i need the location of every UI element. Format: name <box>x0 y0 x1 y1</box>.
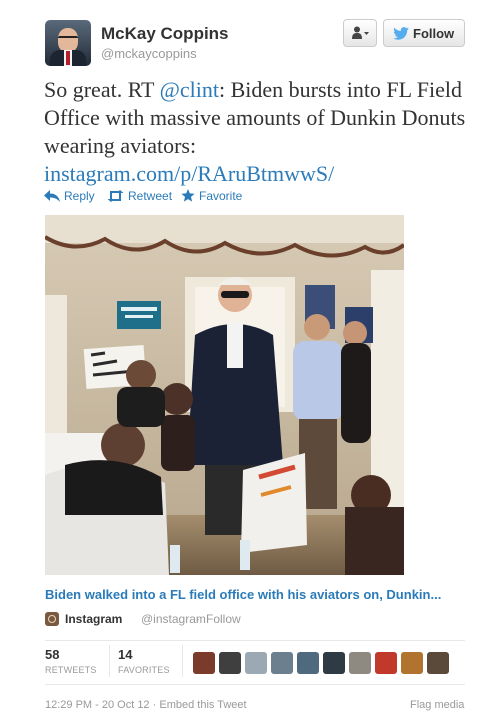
favoriter-avatar[interactable] <box>245 652 267 674</box>
tweet-footer: 12:29 PM - 20 Oct 12 · Embed this Tweet <box>45 699 247 711</box>
favorites-count[interactable]: 14 <box>118 647 132 662</box>
tweet-text-intro: So great. RT <box>44 77 160 102</box>
tweet-timestamp[interactable]: 12:29 PM - 20 Oct 12 <box>45 699 150 711</box>
favoriter-avatar[interactable] <box>271 652 293 674</box>
instagram-name[interactable]: Instagram <box>65 612 122 626</box>
favoriter-avatar[interactable] <box>427 652 449 674</box>
favoriter-avatar[interactable] <box>297 652 319 674</box>
reply-label: Reply <box>64 189 95 203</box>
instagram-icon <box>45 612 59 626</box>
avatar-glasses <box>58 36 78 43</box>
instagram-follow-link[interactable]: Follow <box>206 612 241 626</box>
favorite-action[interactable]: Favorite <box>181 189 242 203</box>
footer-separator: · <box>152 699 157 711</box>
favoriter-avatar[interactable] <box>219 652 241 674</box>
mention-link[interactable]: @clint <box>160 77 219 102</box>
instagram-photo[interactable] <box>45 215 404 575</box>
stats-divider-top <box>45 640 465 641</box>
retweets-count[interactable]: 58 <box>45 647 59 662</box>
retweet-label: Retweet <box>128 189 173 203</box>
retweets-label: RETWEETS <box>45 665 97 675</box>
stats-separator-2 <box>182 645 183 677</box>
stats-separator <box>109 645 110 677</box>
favorites-label: FAVORITES <box>118 665 170 675</box>
embedded-tweet: McKay Coppins @mckaycoppins Follow So gr… <box>0 0 500 725</box>
user-dropdown-icon <box>352 26 369 39</box>
follow-label: Follow <box>413 26 455 41</box>
author-name[interactable]: McKay Coppins <box>101 24 229 44</box>
media-caption-link[interactable]: Biden walked into a FL field office with… <box>45 587 441 602</box>
twitter-bird-icon <box>393 27 409 40</box>
favorite-label: Favorite <box>199 189 243 203</box>
stats-divider-bottom <box>45 684 465 685</box>
instagram-link[interactable]: instagram.com/p/RAruBtmwwS/ <box>44 161 334 186</box>
source-separator: · <box>196 612 200 626</box>
photo-scene <box>45 215 404 575</box>
author-handle[interactable]: @mckaycoppins <box>101 46 197 61</box>
favoriter-avatar[interactable] <box>401 652 423 674</box>
user-actions-button[interactable] <box>343 19 377 47</box>
author-avatar[interactable] <box>45 20 91 66</box>
favoriter-avatar[interactable] <box>349 652 371 674</box>
embed-tweet-link[interactable]: Embed this Tweet <box>159 699 246 711</box>
avatar-tie <box>66 51 70 65</box>
favoriter-avatar[interactable] <box>375 652 397 674</box>
tweet-text: So great. RT @clint: Biden bursts into F… <box>44 76 474 188</box>
star-icon <box>181 189 195 202</box>
favoriter-avatar[interactable] <box>193 652 215 674</box>
flag-media-link[interactable]: Flag media <box>410 699 464 711</box>
follow-button[interactable]: Follow <box>383 19 465 47</box>
retweet-action[interactable]: Retweet <box>107 189 172 203</box>
favoriter-avatar[interactable] <box>323 652 345 674</box>
retweet-icon <box>107 190 124 202</box>
reply-icon <box>44 190 60 202</box>
reply-action[interactable]: Reply <box>44 189 95 203</box>
